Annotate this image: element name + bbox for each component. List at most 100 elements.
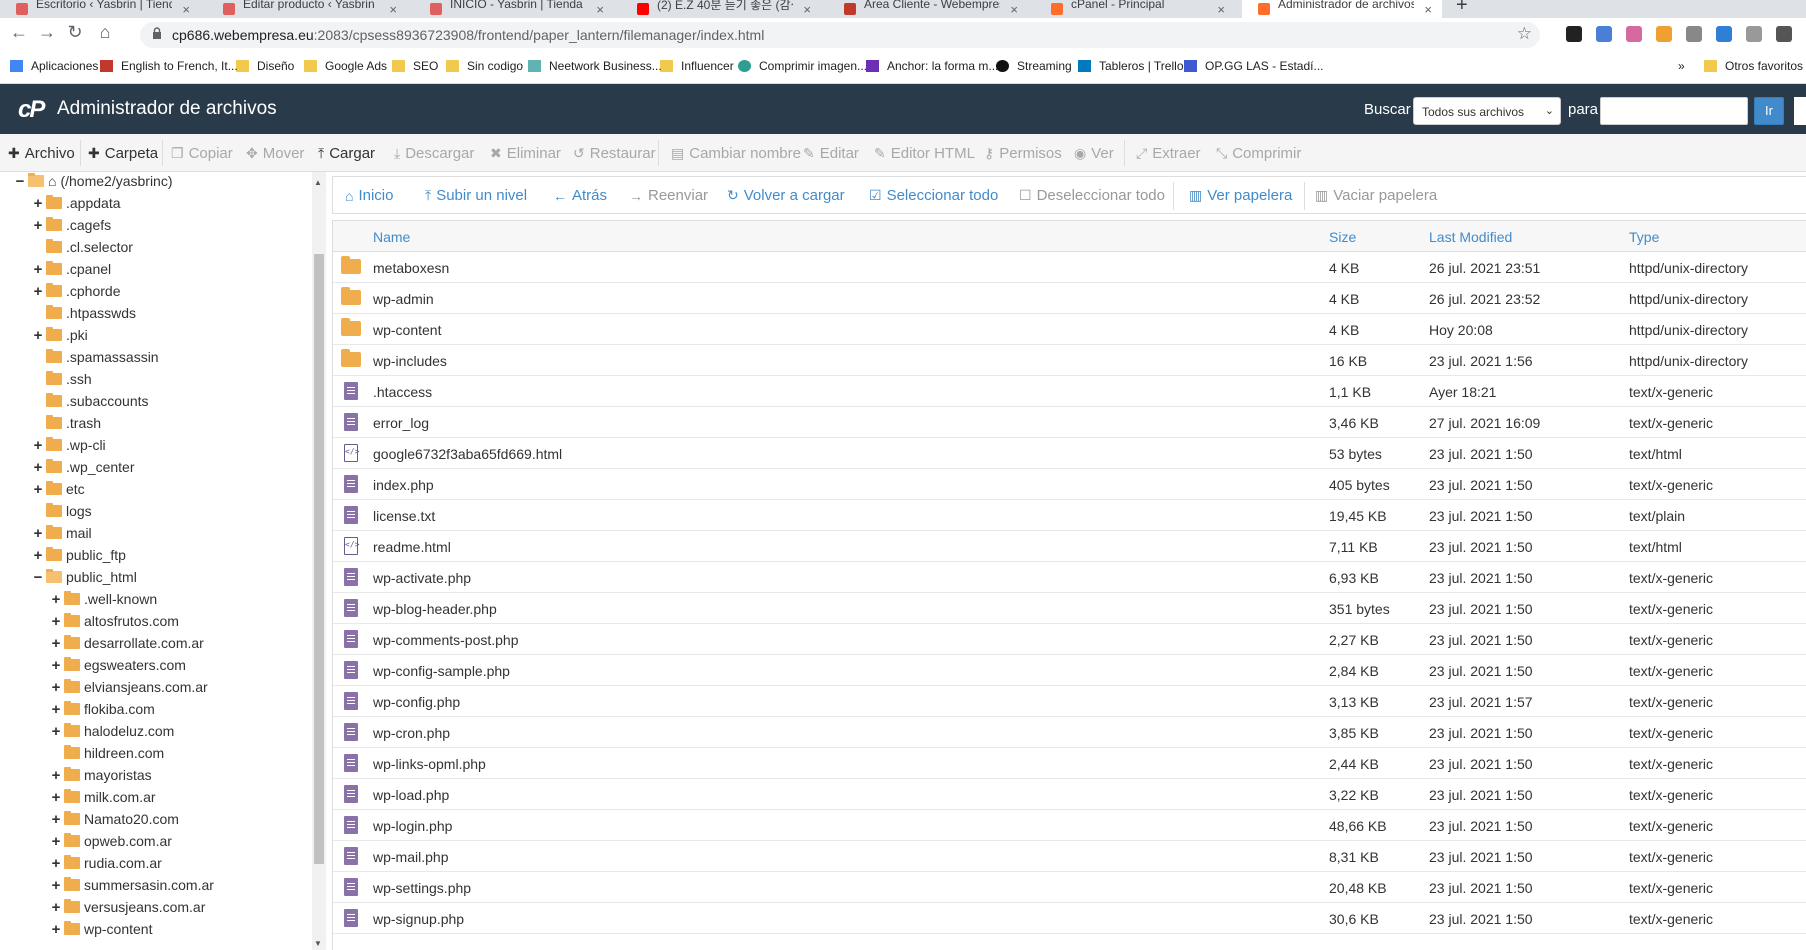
tab-close-icon[interactable]: × bbox=[1010, 2, 1018, 17]
tab-close-icon[interactable]: × bbox=[1217, 2, 1225, 17]
tree-item[interactable]: + etc bbox=[32, 478, 85, 500]
tree-item[interactable]: + wp-content bbox=[50, 918, 153, 940]
extension-ruler-icon[interactable] bbox=[1656, 26, 1672, 42]
expand-icon[interactable]: + bbox=[50, 723, 62, 740]
table-row[interactable]: wp-settings.php 20,48 KB 23 jul. 2021 1:50… bbox=[333, 872, 1806, 903]
home-icon[interactable]: ⌂ bbox=[92, 22, 118, 43]
action-inicio-button[interactable]: ⌂ Inicio bbox=[345, 187, 394, 204]
tree-item[interactable]: .trash bbox=[32, 412, 101, 434]
expand-icon[interactable]: + bbox=[32, 283, 44, 300]
expand-icon[interactable]: + bbox=[32, 195, 44, 212]
bookmark-item[interactable]: OP.GG LAS - Estadí... bbox=[1184, 59, 1324, 73]
extension-eyedropper-icon[interactable] bbox=[1686, 26, 1702, 42]
tree-item[interactable]: + versusjeans.com.ar bbox=[50, 896, 206, 918]
table-row[interactable]: wp-blog-header.php 351 bytes 23 jul. 2021 … bbox=[333, 593, 1806, 624]
toolbar-eliminar-button[interactable]: ✖ Eliminar bbox=[490, 145, 561, 162]
tree-item[interactable]: logs bbox=[32, 500, 92, 522]
table-row[interactable]: wp-cron.php 3,85 KB 23 jul. 2021 1:50 text/… bbox=[333, 717, 1806, 748]
expand-icon[interactable]: + bbox=[50, 767, 62, 784]
expand-icon[interactable]: + bbox=[50, 635, 62, 652]
search-go-button[interactable]: Ir bbox=[1754, 97, 1784, 125]
toolbar-copiar-button[interactable]: ❐ Copiar bbox=[171, 145, 233, 162]
bookmark-item[interactable]: Anchor: la forma m... bbox=[866, 59, 998, 73]
expand-icon[interactable]: + bbox=[32, 525, 44, 542]
table-row[interactable]: wp-mail.php 8,31 KB 23 jul. 2021 1:50 text/… bbox=[333, 841, 1806, 872]
tree-item[interactable]: + .cagefs bbox=[32, 214, 112, 236]
toolbar-cargar-button[interactable]: ⤒ Cargar bbox=[318, 145, 375, 162]
table-row[interactable]: .htaccess 1,1 KB Ayer 18:21 text/x-generic bbox=[333, 376, 1806, 407]
bookmark-item[interactable]: English to French, It... bbox=[100, 59, 238, 73]
action-ver-papelera-button[interactable]: ▥ Ver papelera bbox=[1189, 187, 1292, 204]
tree-item[interactable]: .spamassassin bbox=[32, 346, 159, 368]
scroll-up-icon[interactable]: ▲ bbox=[314, 178, 322, 187]
tree-item[interactable]: + Namato20.com bbox=[50, 808, 179, 830]
back-icon[interactable]: ← bbox=[6, 22, 32, 43]
action-deseleccionar-todo-button[interactable]: ☐ Deseleccionar todo bbox=[1019, 187, 1165, 204]
toolbar-editar-button[interactable]: ✎ Editar bbox=[803, 145, 859, 162]
action-seleccionar-todo-button[interactable]: ☑ Seleccionar todo bbox=[869, 187, 998, 204]
expand-icon[interactable]: + bbox=[50, 591, 62, 608]
action-vaciar-papelera-button[interactable]: ▥ Vaciar papelera bbox=[1315, 187, 1437, 204]
browser-tab[interactable]: Área Cliente - Webempresa.com × bbox=[828, 0, 1028, 18]
tree-item[interactable]: + .pki bbox=[32, 324, 88, 346]
action-volver-a-cargar-button[interactable]: ↻ Volver a cargar bbox=[727, 187, 845, 204]
table-row[interactable]: index.php 405 bytes 23 jul. 2021 1:50 text/… bbox=[333, 469, 1806, 500]
expand-icon[interactable]: + bbox=[32, 547, 44, 564]
action-subir-un-nivel-button[interactable]: ⤒ Subir un nivel bbox=[425, 187, 527, 204]
table-row[interactable]: wp-links-opml.php 2,44 KB 23 jul. 2021 1:5… bbox=[333, 748, 1806, 779]
tree-item[interactable]: + .wp_center bbox=[32, 456, 135, 478]
toolbar-editor-html-button[interactable]: ✎ Editor HTML bbox=[874, 145, 975, 162]
extension-download-icon[interactable] bbox=[1716, 26, 1732, 42]
expand-icon[interactable]: + bbox=[50, 833, 62, 850]
expand-icon[interactable]: + bbox=[32, 327, 44, 344]
tab-close-icon[interactable]: × bbox=[803, 2, 811, 17]
tree-item[interactable]: − public_html bbox=[32, 566, 137, 588]
tree-item[interactable]: + .appdata bbox=[32, 192, 121, 214]
tree-item[interactable]: + egsweaters.com bbox=[50, 654, 186, 676]
tree-item[interactable]: + .cpanel bbox=[32, 258, 112, 280]
action-atrás-button[interactable]: ← Atrás bbox=[553, 187, 607, 204]
bookmark-item[interactable]: Comprimir imagen... bbox=[738, 59, 867, 73]
bookmark-item[interactable]: Sin codigo bbox=[446, 59, 523, 73]
column-header-size[interactable]: Size bbox=[1329, 229, 1356, 245]
table-row[interactable]: wp-load.php 3,22 KB 23 jul. 2021 1:50 text/… bbox=[333, 779, 1806, 810]
tree-item[interactable]: + .wp-cli bbox=[32, 434, 106, 456]
other-bookmarks-folder[interactable]: Otros favoritos bbox=[1704, 59, 1803, 73]
expand-icon[interactable]: + bbox=[32, 481, 44, 498]
tab-close-icon[interactable]: × bbox=[1424, 2, 1432, 17]
tree-item[interactable]: + mayoristas bbox=[50, 764, 152, 786]
bookmark-item[interactable]: Tableros | Trello bbox=[1078, 59, 1184, 73]
bookmark-item[interactable]: Diseño bbox=[236, 59, 294, 73]
extensions-puzzle-icon[interactable] bbox=[1776, 26, 1792, 42]
expand-icon[interactable]: + bbox=[32, 437, 44, 454]
expand-icon[interactable]: + bbox=[50, 877, 62, 894]
expand-icon[interactable]: + bbox=[50, 657, 62, 674]
bookmark-item[interactable]: SEO bbox=[392, 59, 438, 73]
toolbar-mover-button[interactable]: ✥ Mover bbox=[246, 145, 304, 162]
bookmark-item[interactable]: Neetwork Business... bbox=[528, 59, 662, 73]
tree-item[interactable]: + desarrollate.com.ar bbox=[50, 632, 204, 654]
table-row[interactable]: wp-content 4 KB Hoy 20:08 httpd/unix-direct… bbox=[333, 314, 1806, 345]
tree-item[interactable]: + halodeluz.com bbox=[50, 720, 175, 742]
toolbar-carpeta-button[interactable]: ✚ Carpeta bbox=[88, 145, 158, 162]
tree-item[interactable]: .subaccounts bbox=[32, 390, 149, 412]
tab-close-icon[interactable]: × bbox=[182, 2, 190, 17]
new-tab-icon[interactable]: + bbox=[1456, 0, 1468, 17]
table-row[interactable]: wp-includes 16 KB 23 jul. 2021 1:56 httpd/u… bbox=[333, 345, 1806, 376]
tree-item[interactable]: + mail bbox=[32, 522, 92, 544]
table-row[interactable]: wp-config-sample.php 2,84 KB 23 jul. 2021 … bbox=[333, 655, 1806, 686]
toolbar-ver-button[interactable]: ◉ Ver bbox=[1074, 145, 1114, 162]
browser-tab[interactable]: cPanel - Principal × bbox=[1035, 0, 1235, 18]
tree-item[interactable]: + .well-known bbox=[50, 588, 158, 610]
browser-tab[interactable]: (2) E.Z 40분 듣기 좋은 (감성적인... × bbox=[621, 0, 821, 18]
tree-item[interactable]: + altosfrutos.com bbox=[50, 610, 179, 632]
collapse-icon[interactable]: − bbox=[32, 569, 44, 586]
table-row[interactable]: wp-login.php 48,66 KB 23 jul. 2021 1:50 tex… bbox=[333, 810, 1806, 841]
scroll-down-icon[interactable]: ▼ bbox=[314, 939, 322, 948]
table-row[interactable]: wp-signup.php 30,6 KB 23 jul. 2021 1:50 tex… bbox=[333, 903, 1806, 934]
expand-icon[interactable]: + bbox=[50, 613, 62, 630]
tree-item[interactable]: + .cphorde bbox=[32, 280, 121, 302]
browser-tab[interactable]: Editar producto ‹ Yasbrin | Tienda Ofici… bbox=[207, 0, 407, 18]
tree-item[interactable]: + public_ftp bbox=[32, 544, 126, 566]
expand-icon[interactable]: + bbox=[32, 217, 44, 234]
